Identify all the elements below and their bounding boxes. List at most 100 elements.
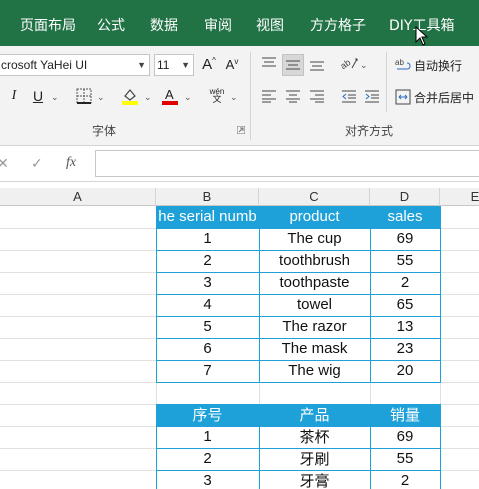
column-header-b[interactable]: B [156,188,259,206]
borders-icon [76,88,92,104]
chevron-down-icon[interactable]: ⌄ [184,92,192,103]
table-border [156,470,441,471]
align-middle-button[interactable] [282,54,304,76]
font-size-combo[interactable]: 11 ▼ [154,54,194,76]
table-cell[interactable]: 牙膏 [259,470,370,489]
orientation-button[interactable]: ab [339,54,359,74]
align-top-icon [262,57,276,67]
table-border [156,272,441,273]
table-cell[interactable]: 55 [370,448,440,470]
chevron-down-icon[interactable]: ▼ [137,55,146,75]
merge-cells-icon [395,89,411,105]
table-cell[interactable]: toothpaste [259,272,370,294]
table-cell[interactable]: 牙刷 [259,448,370,470]
table-cell[interactable]: 2 [156,448,259,470]
table-cell[interactable]: 3 [156,470,259,489]
check-icon[interactable]: ✓ [31,155,43,172]
align-top-button[interactable] [259,54,279,74]
chevron-down-icon[interactable]: ⌄ [230,92,238,103]
fill-color-button[interactable] [120,86,140,106]
table-border [259,404,260,489]
table-border [156,426,441,427]
column-header-c[interactable]: C [259,188,370,206]
table-header-cell[interactable]: product [259,206,370,228]
borders-button[interactable] [74,86,94,106]
table-cell[interactable]: 2 [370,272,440,294]
chevron-down-icon[interactable]: ⌄ [51,92,59,103]
dialog-launcher-icon[interactable] [237,126,245,134]
table-cell[interactable]: The cup [259,228,370,250]
chevron-down-icon[interactable]: ▼ [181,55,190,75]
increase-font-size-button[interactable]: A ^ [199,54,219,74]
table-cell[interactable]: 4 [156,294,259,316]
align-center-button[interactable] [283,86,303,106]
phonetic-guide-button[interactable]: wén 文 [207,86,227,106]
table-cell[interactable]: 65 [370,294,440,316]
underline-button[interactable]: U [28,86,48,106]
table-header-cell[interactable]: 产品 [259,404,370,426]
alignment-group-label: 对齐方式 [345,124,394,138]
tab-fangfang-gezi[interactable]: 方方格子 [310,15,366,35]
align-right-button[interactable] [307,86,327,106]
column-headers: A B C D E [0,188,479,206]
decrease-indent-button[interactable] [339,86,359,106]
align-left-icon [262,90,276,103]
merge-center-button[interactable]: 合并后居中 [395,87,474,107]
table-header-cell[interactable]: 序号 [156,404,259,426]
font-name-combo[interactable]: crosoft YaHei UI ▼ [0,54,150,76]
close-icon[interactable]: ✕ [0,155,9,172]
table-cell[interactable]: The mask [259,338,370,360]
table-cell[interactable]: 69 [370,426,440,448]
tab-review[interactable]: 审阅 [204,15,232,35]
table-cell[interactable]: 茶杯 [259,426,370,448]
decrease-font-size-button[interactable]: Av [222,54,242,74]
table-cell[interactable]: 1 [156,426,259,448]
wrap-text-button[interactable]: ab 自动换行 [395,55,462,75]
table-cell[interactable]: 20 [370,360,440,382]
table-cell[interactable]: 1 [156,228,259,250]
table-border [156,448,441,449]
svg-text:A: A [165,87,174,102]
worksheet-grid[interactable]: he serial numb product sales 1 The cup 6… [0,206,479,489]
insert-function-button[interactable]: fx [66,155,76,171]
table-cell[interactable]: 3 [156,272,259,294]
table-cell[interactable]: 5 [156,316,259,338]
align-bottom-button[interactable] [307,54,327,74]
table-cell[interactable]: 7 [156,360,259,382]
table-header-cell[interactable]: sales [370,206,440,228]
table-cell[interactable]: 6 [156,338,259,360]
table-cell[interactable]: 2 [156,250,259,272]
tab-data[interactable]: 数据 [150,15,178,35]
align-left-button[interactable] [259,86,279,106]
table-header-cell[interactable]: he serial numb [156,206,259,228]
tab-view[interactable]: 视图 [256,15,284,35]
increase-indent-button[interactable] [362,86,382,106]
paint-bucket-icon [122,89,138,105]
table-cell[interactable]: towel [259,294,370,316]
table-cell[interactable]: 13 [370,316,440,338]
table-header-cell[interactable]: 销量 [370,404,440,426]
svg-text:ab: ab [340,57,352,71]
table-border [156,360,441,361]
ribbon-tab-bar: 页面布局 公式 数据 审阅 视图 方方格子 DIY工具箱 [0,6,479,46]
caret-up-icon: ^ [212,55,216,65]
table-cell[interactable]: 23 [370,338,440,360]
column-header-e[interactable]: E [440,188,479,206]
font-color-button[interactable]: A [160,86,180,106]
chevron-down-icon[interactable]: ⌄ [144,92,152,103]
table-cell[interactable]: 69 [370,228,440,250]
chevron-down-icon[interactable]: ⌄ [97,92,105,103]
font-group-label: 字体 [92,124,117,138]
column-header-a[interactable]: A [0,188,156,206]
table-cell[interactable]: The wig [259,360,370,382]
column-header-d[interactable]: D [370,188,440,206]
tab-formulas[interactable]: 公式 [97,15,125,35]
table-cell[interactable]: The razor [259,316,370,338]
table-cell[interactable]: 2 [370,470,440,489]
table-cell[interactable]: 55 [370,250,440,272]
tab-page-layout[interactable]: 页面布局 [20,15,76,35]
chevron-down-icon[interactable]: ⌄ [360,60,368,71]
formula-input[interactable] [95,150,479,177]
italic-button[interactable]: I [4,86,24,106]
table-cell[interactable]: toothbrush [259,250,370,272]
